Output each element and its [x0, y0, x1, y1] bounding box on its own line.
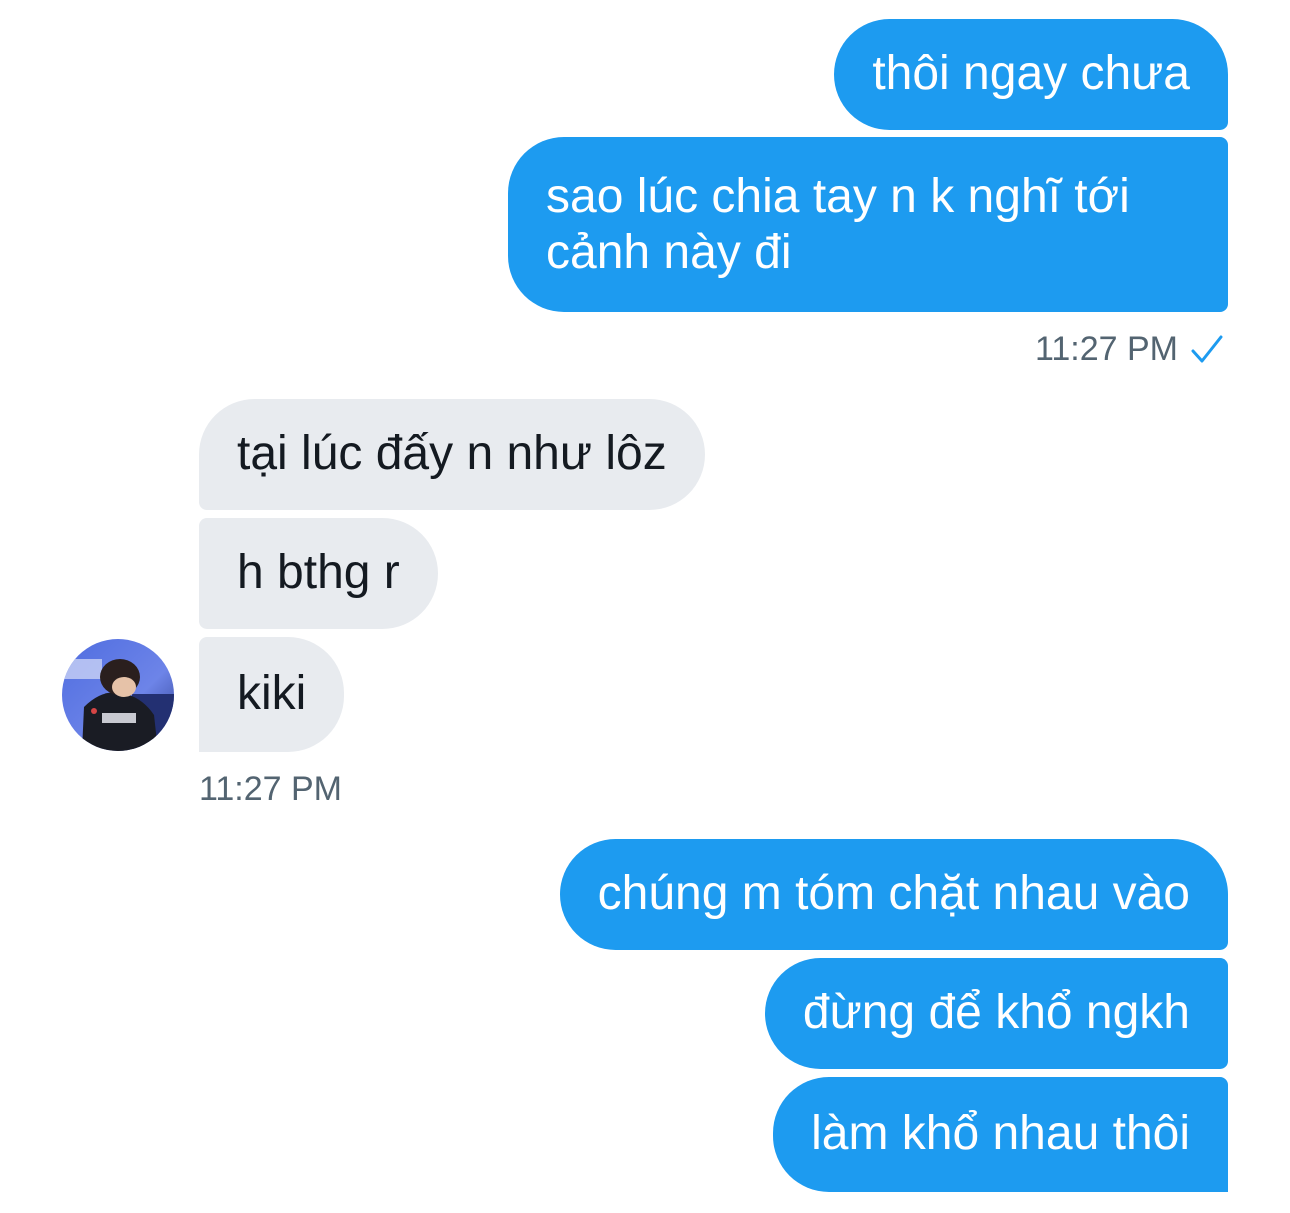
- message-bubble-outgoing[interactable]: chúng m tóm chặt nhau vào: [559, 839, 1228, 950]
- message-bubble-incoming[interactable]: h bthg r: [199, 518, 438, 629]
- message-bubble-incoming[interactable]: tại lúc đấy n như lôz: [199, 399, 705, 510]
- avatar-image: [62, 639, 174, 751]
- message-timestamp: 11:27 PM: [199, 770, 343, 808]
- message-bubble-outgoing[interactable]: đừng để khổ ngkh: [764, 958, 1228, 1069]
- message-bubble-outgoing[interactable]: làm khổ nhau thôi: [773, 1077, 1228, 1192]
- user-avatar[interactable]: [62, 639, 174, 751]
- message-timestamp: 11:27 PM: [1034, 330, 1178, 368]
- message-bubble-incoming[interactable]: kiki: [199, 637, 345, 752]
- message-bubble-outgoing[interactable]: thôi ngay chưa: [834, 19, 1228, 130]
- message-bubble-outgoing[interactable]: sao lúc chia tay n k nghĩ tới cảnh này đ…: [508, 137, 1228, 312]
- checkmark-icon: [1191, 335, 1223, 363]
